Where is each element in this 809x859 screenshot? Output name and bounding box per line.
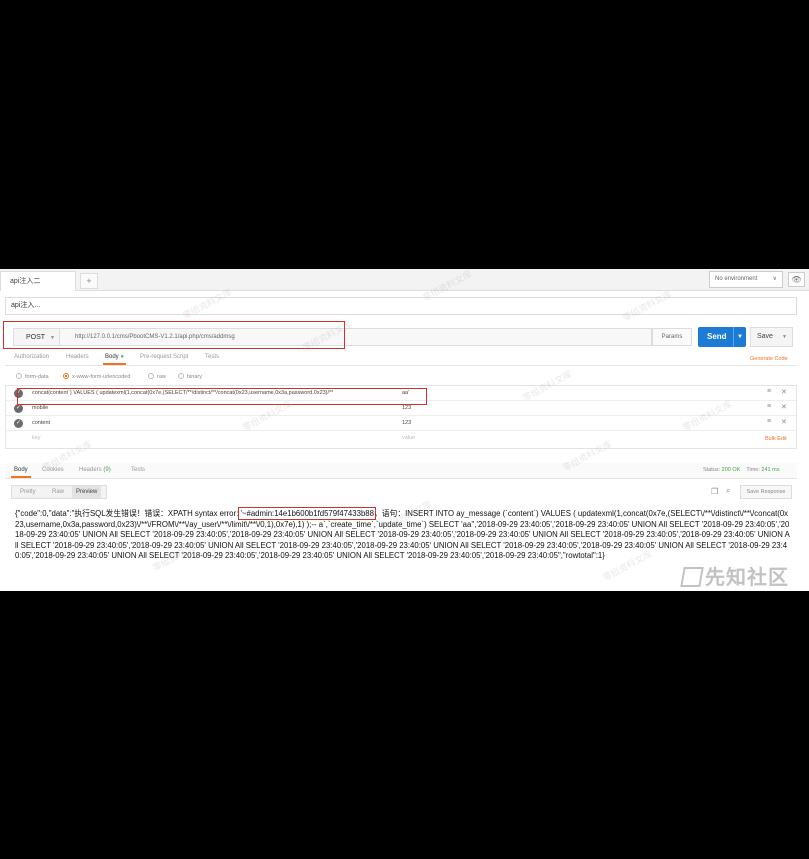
param-value[interactable]: 123 <box>402 420 411 426</box>
request-tabs: Authorization Headers Body ● Pre-request… <box>5 351 797 366</box>
time-value: 241 ms <box>761 467 780 473</box>
request-name-field[interactable]: api注入... <box>5 297 797 315</box>
param-value[interactable]: 123 <box>402 405 411 411</box>
generate-code-link[interactable]: Generate Code <box>750 356 788 362</box>
tab-response-tests[interactable]: Tests <box>131 467 145 473</box>
response-text-part: {"code":0,"data":"执行SQL发生错误！错误：XPATH syn… <box>15 509 241 518</box>
view-raw-button[interactable]: Raw <box>52 486 64 498</box>
checkmark-icon[interactable]: ✓ <box>14 404 23 413</box>
tab-cookies[interactable]: Cookies <box>42 467 64 473</box>
logo-icon <box>680 567 704 587</box>
radio-urlencoded[interactable]: x-www-form-urlencoded <box>63 373 130 380</box>
tab-response-headers[interactable]: Headers (9) <box>79 467 111 473</box>
checkmark-icon[interactable]: ✓ <box>14 419 23 428</box>
save-response-button[interactable]: Save Response <box>740 485 792 499</box>
radio-label: raw <box>157 374 166 380</box>
radio-label: binary <box>187 374 202 380</box>
radio-label: form-data <box>25 374 49 380</box>
radio-circle <box>16 373 22 379</box>
view-mode-bar: Pretty Raw Preview <box>11 485 107 499</box>
url-highlight-box <box>3 321 345 349</box>
bulk-edit-link[interactable]: Bulk Edit <box>765 436 787 442</box>
save-label: Save <box>757 333 773 340</box>
radio-circle <box>63 373 69 379</box>
view-pretty-button[interactable]: Pretty <box>20 486 36 498</box>
close-icon[interactable]: ✕ <box>781 403 787 411</box>
environment-label: No environment <box>715 276 758 282</box>
radio-circle <box>178 373 184 379</box>
table-row: ✓ content 123 ≡ ✕ <box>6 416 796 431</box>
postman-window: api注入二 + No environment ∨ 👁 api注入... POS… <box>0 269 809 591</box>
send-button[interactable]: Send ▼ <box>698 327 746 347</box>
drag-handle-icon[interactable]: ≡ <box>767 418 771 425</box>
param-key[interactable]: mobile <box>32 405 48 411</box>
table-row-new: key value Bulk Edit <box>6 431 796 446</box>
logo-text: 先知社区 <box>705 567 789 589</box>
param-highlight-box <box>17 388 427 405</box>
new-key-input[interactable]: key <box>32 435 41 441</box>
view-preview-button[interactable]: Preview <box>72 486 102 498</box>
status-badge: 200 OK <box>721 467 741 473</box>
tab-response-body[interactable]: Body <box>11 467 31 478</box>
drag-handle-icon[interactable]: ≡ <box>767 388 771 395</box>
close-icon[interactable]: ✕ <box>781 388 787 396</box>
eye-icon[interactable]: 👁 <box>788 272 805 287</box>
request-tab-bar: api注入二 + No environment ∨ 👁 <box>0 269 809 291</box>
chevron-down-icon: ▼ <box>782 334 787 340</box>
radio-form-data[interactable]: form-data <box>16 373 49 380</box>
radio-raw[interactable]: raw <box>148 373 166 380</box>
tab-prerequest-script[interactable]: Pre-request Script <box>140 354 188 360</box>
site-logo: 先知社区 <box>680 561 789 590</box>
tab-response-headers-label: Headers <box>79 467 102 473</box>
copy-icon[interactable]: ❐ <box>711 487 718 496</box>
chevron-down-icon: ∨ <box>772 276 777 282</box>
request-tab-active[interactable]: api注入二 <box>0 271 76 291</box>
save-button[interactable]: Save ▼ <box>750 327 793 347</box>
response-highlight: '~#admin:14e1b600b1fd579f47433b88 <box>238 507 376 520</box>
radio-binary[interactable]: binary <box>178 373 202 380</box>
close-icon[interactable]: ✕ <box>781 418 787 426</box>
tab-body-label: Body <box>105 354 119 360</box>
param-key[interactable]: content <box>32 420 50 426</box>
chevron-down-icon[interactable]: ▼ <box>733 327 746 347</box>
drag-handle-icon[interactable]: ≡ <box>767 403 771 410</box>
environment-select[interactable]: No environment ∨ <box>709 271 783 288</box>
tab-authorization[interactable]: Authorization <box>14 354 49 360</box>
response-tabs: Body Cookies Headers (9) Tests <box>5 463 797 479</box>
time-label: Time: <box>746 467 760 473</box>
response-status: Status: 200 OK Time: 241 ms <box>703 467 779 473</box>
send-label: Send <box>707 332 727 341</box>
tab-body[interactable]: Body ● <box>103 354 126 365</box>
radio-label: x-www-form-urlencoded <box>72 374 131 380</box>
tab-headers[interactable]: Headers <box>66 354 89 360</box>
response-body-text: {"code":0,"data":"执行SQL发生错误！错误：XPATH syn… <box>15 507 790 562</box>
params-button[interactable]: Params <box>652 328 692 346</box>
new-tab-button[interactable]: + <box>80 273 98 289</box>
status-label: Status: <box>703 467 721 473</box>
search-icon[interactable]: ⌕ <box>726 486 730 496</box>
tab-tests[interactable]: Tests <box>205 354 219 360</box>
body-active-dot: ● <box>120 354 124 360</box>
headers-count: (9) <box>103 467 111 473</box>
new-value-input[interactable]: value <box>402 435 415 441</box>
radio-circle <box>148 373 154 379</box>
